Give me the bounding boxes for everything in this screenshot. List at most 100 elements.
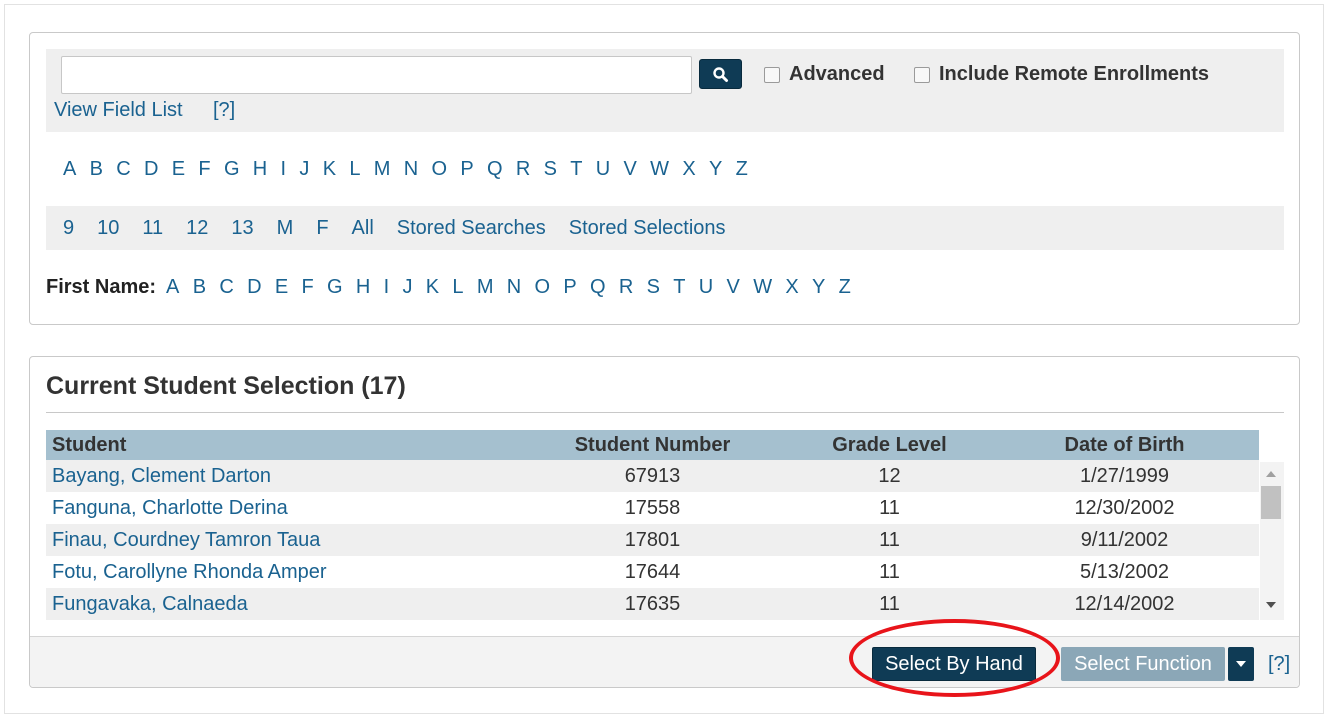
table-row[interactable]: Fotu, Carollyne Rhonda Amper 17644 11 5/13/… [46, 556, 1259, 588]
first-name-letter-a[interactable]: A [166, 276, 179, 299]
last-name-letter-row: ABCDEFGHIJKLMNOPQRSTUVWXYZ [46, 147, 1284, 191]
quick-filter-all[interactable]: All [352, 217, 374, 240]
student-name-cell[interactable]: Fotu, Carollyne Rhonda Amper [46, 556, 516, 588]
last-name-letter-z[interactable]: Z [736, 158, 748, 181]
first-name-letter-g[interactable]: G [327, 276, 343, 299]
last-name-letter-c[interactable]: C [116, 158, 130, 181]
select-by-hand-button[interactable]: Select By Hand [872, 647, 1036, 681]
last-name-letter-y[interactable]: Y [709, 158, 722, 181]
first-name-letter-x[interactable]: X [785, 276, 798, 299]
quick-filter-12[interactable]: 12 [186, 217, 208, 240]
select-function-dropdown-button[interactable] [1228, 647, 1254, 681]
remote-enrollments-option: Include Remote Enrollments [914, 63, 1209, 86]
first-name-letter-m[interactable]: M [477, 276, 494, 299]
magnifier-icon [713, 67, 728, 82]
last-name-letter-w[interactable]: W [650, 158, 669, 181]
first-name-letter-r[interactable]: R [619, 276, 633, 299]
last-name-letter-p[interactable]: P [460, 158, 473, 181]
table-row[interactable]: Fungavaka, Calnaeda 17635 11 12/14/2002 [46, 588, 1259, 620]
scrollbar-thumb[interactable] [1261, 486, 1281, 519]
last-name-letter-j[interactable]: J [299, 158, 309, 181]
last-name-letter-l[interactable]: L [349, 158, 360, 181]
scroll-down-arrow-icon[interactable] [1266, 602, 1276, 608]
quick-filter-stored-selections[interactable]: Stored Selections [569, 217, 726, 240]
advanced-label: Advanced [789, 63, 885, 85]
table-row[interactable]: Bayang, Clement Darton 67913 12 1/27/1999 [46, 460, 1259, 492]
first-name-letter-p[interactable]: P [563, 276, 576, 299]
search-input[interactable] [61, 56, 692, 94]
student-name-cell[interactable]: Fungavaka, Calnaeda [46, 588, 516, 620]
selection-title: Current Student Selection (17) [46, 372, 406, 400]
quick-filter-9[interactable]: 9 [63, 217, 74, 240]
last-name-letter-e[interactable]: E [172, 158, 185, 181]
first-name-letter-o[interactable]: O [535, 276, 551, 299]
quick-filter-m[interactable]: M [277, 217, 294, 240]
last-name-letter-q[interactable]: Q [487, 158, 503, 181]
column-header-student[interactable]: Student [46, 430, 516, 460]
remote-enrollments-label: Include Remote Enrollments [939, 63, 1210, 85]
student-name-cell[interactable]: Bayang, Clement Darton [46, 460, 516, 492]
first-name-letter-q[interactable]: Q [590, 276, 606, 299]
select-function-button[interactable]: Select Function [1061, 647, 1225, 681]
last-name-letter-f[interactable]: F [198, 158, 210, 181]
student-number-cell: 17635 [516, 588, 789, 620]
first-name-letter-b[interactable]: B [193, 276, 206, 299]
column-header-grade-level[interactable]: Grade Level [789, 430, 990, 460]
first-name-letter-s[interactable]: S [647, 276, 660, 299]
last-name-letter-a[interactable]: A [63, 158, 76, 181]
first-name-letter-y[interactable]: Y [812, 276, 825, 299]
quick-filter-11[interactable]: 11 [142, 217, 163, 240]
selection-help-link[interactable]: [?] [1268, 653, 1290, 676]
last-name-letter-r[interactable]: R [516, 158, 530, 181]
first-name-letter-z[interactable]: Z [839, 276, 851, 299]
quick-filter-f[interactable]: F [316, 217, 328, 240]
column-header-student-number[interactable]: Student Number [516, 430, 789, 460]
first-name-letter-c[interactable]: C [219, 276, 233, 299]
last-name-letter-o[interactable]: O [431, 158, 447, 181]
remote-enrollments-checkbox[interactable] [914, 66, 930, 83]
first-name-letters: ABCDEFGHIJKLMNOPQRSTUVWXYZ [166, 276, 864, 299]
column-header-date-of-birth[interactable]: Date of Birth [990, 430, 1259, 460]
last-name-letter-i[interactable]: I [281, 158, 287, 181]
last-name-letter-u[interactable]: U [596, 158, 610, 181]
last-name-letter-n[interactable]: N [404, 158, 418, 181]
first-name-letter-i[interactable]: I [384, 276, 390, 299]
table-row[interactable]: Fanguna, Charlotte Derina 17558 11 12/30/20… [46, 492, 1259, 524]
last-name-letter-m[interactable]: M [374, 158, 391, 181]
first-name-letter-u[interactable]: U [699, 276, 713, 299]
first-name-letter-h[interactable]: H [356, 276, 370, 299]
last-name-letter-h[interactable]: H [253, 158, 267, 181]
first-name-letter-f[interactable]: F [301, 276, 313, 299]
advanced-checkbox[interactable] [764, 66, 780, 83]
search-button[interactable] [699, 59, 742, 89]
last-name-letter-s[interactable]: S [544, 158, 557, 181]
quick-filter-13[interactable]: 13 [231, 217, 253, 240]
last-name-letter-g[interactable]: G [224, 158, 240, 181]
first-name-letter-l[interactable]: L [452, 276, 463, 299]
date-of-birth-cell: 9/11/2002 [990, 524, 1259, 556]
search-help-link[interactable]: [?] [213, 99, 235, 122]
title-divider [46, 412, 1284, 413]
view-field-list-link[interactable]: View Field List [54, 99, 183, 122]
first-name-letter-n[interactable]: N [507, 276, 521, 299]
first-name-letter-j[interactable]: J [402, 276, 412, 299]
last-name-letter-v[interactable]: V [624, 158, 637, 181]
student-name-cell[interactable]: Finau, Courdney Tamron Taua [46, 524, 516, 556]
quick-filter-10[interactable]: 10 [97, 217, 119, 240]
first-name-letter-v[interactable]: V [727, 276, 740, 299]
quick-filter-stored-searches[interactable]: Stored Searches [397, 217, 546, 240]
first-name-letter-w[interactable]: W [753, 276, 772, 299]
student-name-cell[interactable]: Fanguna, Charlotte Derina [46, 492, 516, 524]
first-name-letter-k[interactable]: K [426, 276, 439, 299]
first-name-letter-e[interactable]: E [275, 276, 288, 299]
scroll-up-arrow-icon[interactable] [1266, 471, 1276, 477]
first-name-letter-d[interactable]: D [247, 276, 261, 299]
last-name-letter-d[interactable]: D [144, 158, 158, 181]
last-name-letter-b[interactable]: B [90, 158, 103, 181]
last-name-letter-t[interactable]: T [570, 158, 582, 181]
first-name-letter-t[interactable]: T [673, 276, 685, 299]
table-row[interactable]: Finau, Courdney Tamron Taua 17801 11 9/11/2… [46, 524, 1259, 556]
last-name-letter-x[interactable]: X [682, 158, 695, 181]
table-header-row: Student Student Number Grade Level Date … [46, 430, 1259, 460]
last-name-letter-k[interactable]: K [323, 158, 336, 181]
